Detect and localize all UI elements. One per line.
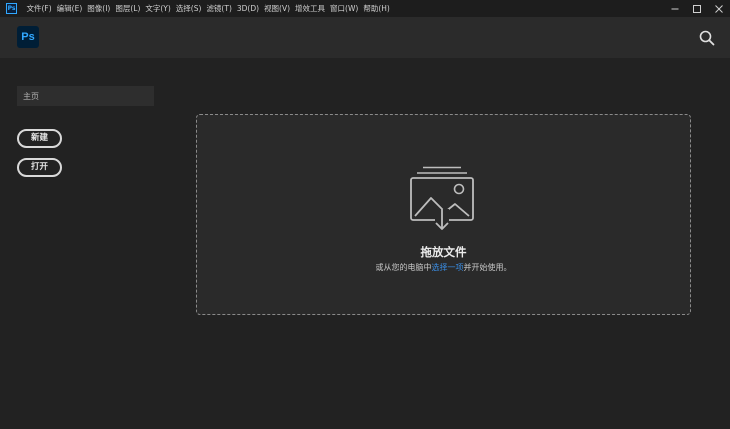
- minimize-button[interactable]: [664, 0, 686, 17]
- menu-3d[interactable]: 3D(D): [234, 0, 261, 17]
- menu-file[interactable]: 文件(F): [24, 0, 54, 17]
- menu-plugins[interactable]: 增效工具: [293, 0, 328, 17]
- menu-edit[interactable]: 编辑(E): [54, 0, 85, 17]
- menu-type[interactable]: 文字(Y): [143, 0, 173, 17]
- menu-view[interactable]: 视图(V): [262, 0, 293, 17]
- close-button[interactable]: [708, 0, 730, 17]
- drop-title: 拖放文件: [420, 245, 467, 259]
- home-search-input[interactable]: [17, 86, 154, 106]
- close-icon: [715, 4, 723, 13]
- file-drop-zone[interactable]: 拖放文件 或从您的电脑中选择一项并开始使用。: [196, 114, 691, 315]
- photoshop-app-icon[interactable]: Ps: [6, 3, 17, 14]
- window-controls: [664, 0, 730, 17]
- maximize-button[interactable]: [686, 0, 708, 17]
- minimize-icon: [671, 8, 679, 9]
- menu-image[interactable]: 图像(I): [85, 0, 113, 17]
- menu-layer[interactable]: 图层(L): [113, 0, 143, 17]
- image-drop-icon: [410, 166, 474, 230]
- drop-subtitle: 或从您的电脑中选择一项并开始使用。: [197, 262, 690, 273]
- menu-select[interactable]: 选择(S): [173, 0, 204, 17]
- maximize-icon: [693, 4, 701, 13]
- menu-filter[interactable]: 滤镜(T): [204, 0, 234, 17]
- search-icon: [699, 30, 715, 46]
- home-header: Ps: [0, 17, 730, 58]
- menu-list: 文件(F) 编辑(E) 图像(I) 图层(L) 文字(Y) 选择(S) 滤镜(T…: [24, 0, 392, 17]
- menu-help[interactable]: 帮助(H): [361, 0, 393, 17]
- open-button[interactable]: 打开: [17, 158, 62, 177]
- drop-subtitle-suffix: 并开始使用。: [463, 263, 512, 272]
- photoshop-logo: Ps: [17, 26, 39, 48]
- select-file-link[interactable]: 选择一项: [432, 263, 464, 272]
- drop-subtitle-prefix: 或从您的电脑中: [375, 263, 432, 272]
- search-button[interactable]: [698, 29, 716, 47]
- new-button[interactable]: 新建: [17, 129, 62, 148]
- menu-bar: Ps 文件(F) 编辑(E) 图像(I) 图层(L) 文字(Y) 选择(S) 滤…: [0, 0, 730, 17]
- menu-window[interactable]: 窗口(W): [328, 0, 361, 17]
